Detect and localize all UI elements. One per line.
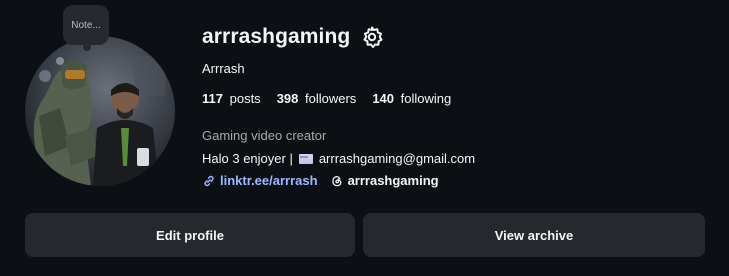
username: arrrashgaming	[202, 25, 351, 48]
stat-following[interactable]: 140 following	[372, 91, 451, 106]
avatar-photo	[25, 36, 175, 186]
external-link-text: linktr.ee/arrrash	[220, 173, 318, 188]
full-name: Arrrash	[202, 61, 245, 76]
bio-text: Halo 3 enjoyer |	[202, 151, 293, 166]
edit-profile-label: Edit profile	[156, 227, 224, 243]
bio-line: Halo 3 enjoyer | arrrashgaming@gmail.com	[202, 151, 475, 166]
links-row: linktr.ee/arrrash arrrashgaming	[202, 173, 439, 188]
threads-link-text: arrrashgaming	[347, 173, 439, 188]
stats-row: 117 posts 398 followers 140 following	[202, 91, 451, 106]
bio-category: Gaming video creator	[202, 128, 327, 143]
threads-link[interactable]: arrrashgaming	[330, 173, 439, 188]
stat-followers[interactable]: 398 followers	[277, 91, 357, 106]
envelope-emoji-icon	[298, 153, 313, 164]
stat-label: followers	[305, 91, 357, 106]
bio-email: arrrashgaming@gmail.com	[318, 151, 476, 166]
external-link[interactable]: linktr.ee/arrrash	[202, 173, 318, 188]
stat-count: 140	[372, 91, 395, 106]
avatar[interactable]	[25, 36, 175, 186]
stat-posts: 117 posts	[202, 91, 261, 106]
profile-header: Note... arrrashgaming Arrrash 117 posts …	[0, 0, 729, 276]
stat-count: 398	[276, 91, 299, 106]
edit-profile-button[interactable]: Edit profile	[25, 213, 355, 257]
note-label: Note...	[71, 19, 101, 31]
stat-count: 117	[202, 91, 223, 106]
gear-icon[interactable]	[360, 25, 384, 49]
stat-label: following	[400, 91, 452, 106]
threads-icon	[331, 175, 341, 186]
view-archive-label: View archive	[494, 227, 574, 243]
view-archive-button[interactable]: View archive	[363, 213, 705, 257]
username-row: arrrashgaming	[202, 25, 384, 49]
link-icon	[204, 175, 214, 186]
stat-label: posts	[229, 91, 261, 106]
note-bubble[interactable]: Note...	[63, 5, 109, 51]
